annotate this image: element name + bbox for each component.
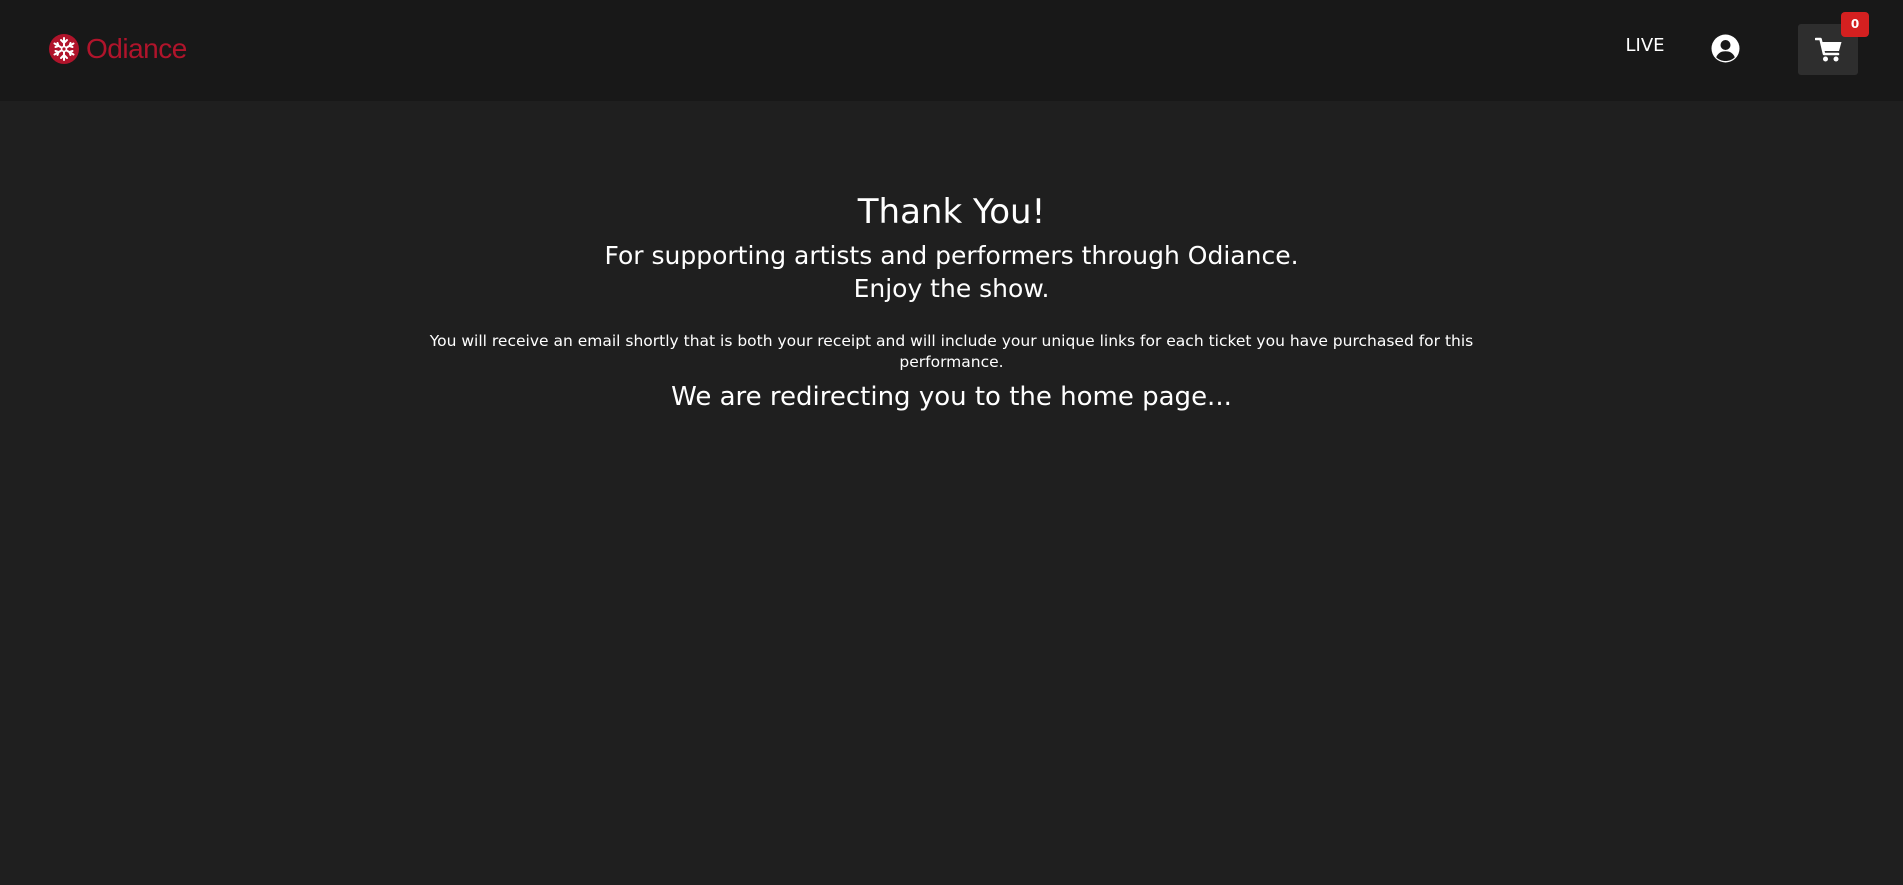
enjoy-show-text: Enjoy the show.	[853, 274, 1050, 303]
page-title: Thank You!	[857, 192, 1046, 232]
brand-name: Odiance	[86, 33, 187, 64]
top-navbar: Odiance LIVE 0	[0, 0, 1903, 101]
thank-you-subtitle: For supporting artists and performers th…	[604, 241, 1299, 270]
cart-count-badge: 0	[1841, 12, 1869, 37]
snowflake-logo-icon	[48, 33, 80, 65]
account-button[interactable]	[1711, 34, 1740, 63]
nav-live-link[interactable]: LIVE	[1620, 33, 1670, 59]
redirect-message: We are redirecting you to the home page.…	[671, 382, 1232, 412]
brand-logo-link[interactable]: Odiance	[48, 32, 187, 66]
cart-button[interactable]: 0	[1798, 12, 1869, 75]
user-circle-icon	[1711, 34, 1740, 63]
shopping-cart-icon	[1815, 37, 1843, 63]
email-notice-text: You will receive an email shortly that i…	[429, 332, 1474, 371]
